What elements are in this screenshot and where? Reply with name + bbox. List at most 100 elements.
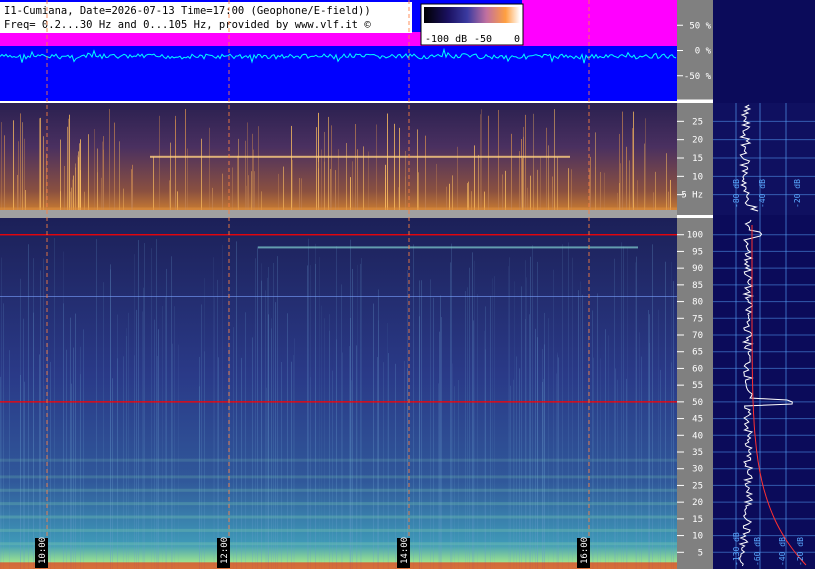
main-tick-label: 90 bbox=[692, 264, 703, 274]
spectrum-panel: -80 dB -40 dB -20 dB -130 dB -60 dB -40 dB -2… bbox=[713, 0, 815, 569]
main-spectrogram-streak bbox=[421, 280, 422, 569]
low-spectrogram-streak bbox=[254, 171, 255, 213]
main-spectrogram-streak bbox=[277, 256, 278, 569]
main-spectrogram-streak bbox=[469, 267, 470, 569]
low-spectrogram-streak bbox=[629, 160, 630, 213]
main-spectrogram-streak bbox=[332, 370, 333, 569]
low-spectrum-db-label: -40 dB bbox=[758, 179, 767, 208]
low-spectrogram-streak bbox=[187, 148, 188, 213]
main-tick-label: 20 bbox=[692, 498, 703, 508]
main-spectrogram-streak bbox=[291, 361, 292, 569]
low-spectrogram-streak bbox=[1, 122, 2, 213]
low-spectrogram-streak bbox=[505, 170, 506, 213]
low-spectrogram-tone bbox=[150, 155, 570, 158]
main-spectrogram-streak bbox=[553, 269, 554, 569]
spectrogram-chart: 50 % 0 % -50 % I1-Cumiana, Date=2026-07-13… bbox=[0, 0, 815, 569]
main-spectrogram-streak bbox=[452, 363, 453, 569]
low-spectrogram-streak bbox=[232, 167, 233, 213]
low-spectrogram-streak bbox=[73, 175, 74, 213]
main-spectrogram-streak bbox=[336, 246, 337, 569]
main-spectrogram-streak bbox=[600, 358, 601, 569]
main-spectrogram-band bbox=[0, 502, 677, 506]
low-spectrogram-streak bbox=[368, 151, 369, 213]
main-spectrogram-band bbox=[0, 528, 677, 532]
main-tick-label: 30 bbox=[692, 465, 703, 475]
main-spectrogram-streak bbox=[430, 279, 431, 569]
low-spectrogram-streak bbox=[666, 153, 667, 213]
main-spectrogram-streak bbox=[568, 242, 569, 569]
main-spectrogram-streak bbox=[639, 332, 640, 569]
low-spectrogram-streak bbox=[502, 174, 503, 213]
main-spectrogram-streak bbox=[582, 294, 583, 569]
main-spectrogram-streak bbox=[383, 362, 384, 569]
low-spectrum-db-label: -20 dB bbox=[793, 179, 802, 208]
low-spectrogram-streak bbox=[64, 165, 65, 213]
main-spectrogram-band bbox=[0, 515, 677, 519]
low-spectrogram-streak bbox=[523, 126, 524, 213]
main-spectrogram-streak bbox=[178, 344, 179, 569]
main-spectrogram-streak bbox=[1, 257, 2, 569]
low-spectrogram-streak bbox=[330, 168, 331, 213]
main-spectrogram-streak bbox=[361, 258, 362, 569]
main-spectrogram-streak bbox=[214, 297, 215, 569]
main-spectrogram-streak bbox=[465, 291, 466, 569]
main-spectrogram-streak bbox=[558, 357, 559, 569]
low-spectrogram-streak bbox=[595, 166, 596, 213]
low-spectrogram-divider bbox=[0, 210, 677, 218]
main-spectrogram-streak bbox=[217, 279, 218, 569]
low-spectrogram-streak bbox=[481, 109, 482, 213]
low-spectrogram-streak bbox=[77, 155, 78, 213]
low-spectrogram-streak bbox=[546, 127, 547, 213]
main-spectrogram-streak bbox=[144, 243, 145, 569]
envelope-band-right bbox=[522, 0, 677, 46]
main-spectrogram-streak bbox=[580, 281, 581, 569]
main-spectrogram-streak bbox=[519, 368, 520, 569]
low-spectrogram-streak bbox=[175, 115, 176, 213]
low-spectrogram-streak bbox=[321, 149, 322, 213]
low-spectrogram-streak bbox=[43, 136, 44, 213]
main-spectrogram-streak bbox=[357, 264, 358, 569]
low-spectrogram-streak bbox=[644, 143, 645, 213]
low-spectrogram-streak bbox=[632, 128, 633, 213]
low-frequency-spectrogram: 25 20 15 10 5 Hz bbox=[0, 103, 713, 218]
low-spectrogram-streak bbox=[291, 125, 292, 213]
low-spectrogram-streak bbox=[488, 115, 489, 213]
low-spectrogram-streak bbox=[97, 148, 98, 213]
main-spectrogram-streak bbox=[281, 361, 282, 569]
main-spectrogram-streak bbox=[40, 270, 41, 569]
main-tick-label: 40 bbox=[692, 431, 703, 441]
low-spectrogram-streak bbox=[620, 163, 621, 213]
time-label: 12:00 bbox=[220, 537, 230, 564]
main-spectrogram-band bbox=[0, 542, 677, 546]
low-spectrogram-streak bbox=[525, 114, 526, 213]
main-spectrogram-streak bbox=[532, 245, 533, 569]
low-spectrogram-streak bbox=[568, 168, 569, 213]
low-spectrogram-streak bbox=[590, 156, 591, 213]
colorbar: -100 dB -50 0 bbox=[420, 3, 524, 46]
low-spectrogram-streak bbox=[248, 175, 249, 213]
low-spectrogram-streak bbox=[387, 113, 388, 213]
main-spectrogram-streak bbox=[50, 361, 51, 569]
main-spectrogram-streak bbox=[649, 342, 650, 569]
main-spectrogram-streak bbox=[509, 257, 510, 569]
main-spectrogram-streak bbox=[621, 242, 622, 569]
main-spectrogram-streak bbox=[467, 287, 468, 569]
low-spectrogram-streak bbox=[436, 163, 437, 213]
low-spectrogram-streak bbox=[68, 118, 69, 213]
main-spectrogram-streak bbox=[222, 244, 223, 569]
low-spectrogram-streak bbox=[39, 118, 40, 213]
low-spectrogram-streak bbox=[533, 113, 534, 213]
low-spectrogram-streak bbox=[238, 138, 239, 213]
low-spectrogram-streak bbox=[557, 157, 558, 213]
main-spectrogram-streak bbox=[236, 241, 237, 569]
colorbar-label-max: 0 bbox=[514, 34, 520, 45]
main-spectrogram-streak bbox=[472, 252, 473, 569]
low-spectrogram-streak bbox=[292, 160, 293, 213]
main-spectrogram-streak bbox=[255, 258, 256, 569]
main-spectrogram-streak bbox=[387, 322, 388, 569]
main-spectrogram-streak bbox=[494, 276, 495, 569]
low-spectrogram-streak bbox=[69, 114, 70, 213]
low-spectrogram-streak bbox=[109, 109, 110, 213]
low-spectrogram-streak bbox=[131, 169, 132, 213]
low-spectrogram-streak bbox=[352, 161, 353, 213]
